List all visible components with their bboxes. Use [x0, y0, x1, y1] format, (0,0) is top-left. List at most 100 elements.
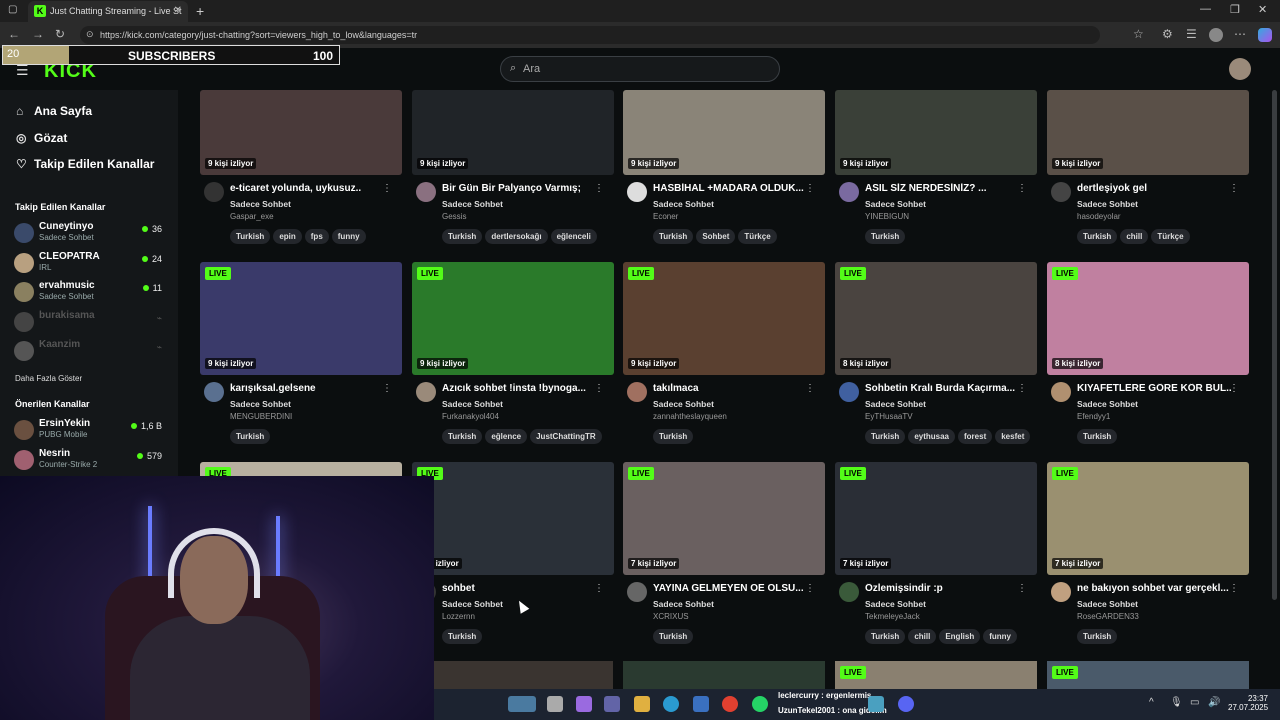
streamer-avatar[interactable]: [1051, 182, 1071, 202]
more-options-icon[interactable]: ⋮: [594, 383, 604, 394]
stream-thumbnail[interactable]: LIVE 7 kişi izliyor: [623, 462, 825, 575]
store-icon[interactable]: [693, 696, 709, 712]
task-view-icon[interactable]: [547, 696, 563, 712]
discord-icon[interactable]: [898, 696, 914, 712]
streamer-name[interactable]: Econer: [653, 212, 678, 221]
stream-title[interactable]: Azıcık sohbet !insta !bynoga...: [442, 383, 597, 394]
bottom-row-thumb[interactable]: LIVE: [1047, 661, 1249, 689]
bottom-row-thumb[interactable]: [623, 661, 825, 689]
stream-tag[interactable]: Turkish: [865, 429, 906, 444]
sidebar-channel[interactable]: ervahmusic Sadece Sohbet 11: [14, 280, 164, 306]
volume-icon[interactable]: 🔊: [1208, 697, 1220, 708]
new-tab-icon[interactable]: +: [196, 3, 204, 19]
more-icon[interactable]: ⋯: [1234, 27, 1246, 41]
more-options-icon[interactable]: ⋮: [805, 583, 815, 594]
stream-category[interactable]: Sadece Sohbet: [1077, 399, 1138, 409]
stream-thumbnail[interactable]: 9 kişi izliyor: [412, 90, 614, 175]
stream-title[interactable]: sohbet: [442, 583, 597, 594]
stream-tag[interactable]: Turkish: [442, 629, 483, 644]
maximize-icon[interactable]: ❐: [1230, 3, 1240, 16]
bottom-row-thumb[interactable]: [434, 661, 613, 689]
close-tab-icon[interactable]: ✕: [174, 5, 182, 16]
profile-icon[interactable]: [1209, 28, 1223, 42]
stream-tag[interactable]: fps: [304, 229, 329, 244]
stream-card[interactable]: LIVE 7 kişi izliyor Özlemişsindir :p ⋮ Sadec…: [835, 462, 1037, 652]
copilot-side-icon[interactable]: [1258, 28, 1272, 42]
streamer-avatar[interactable]: [839, 582, 859, 602]
stream-tag[interactable]: Turkish: [865, 229, 906, 244]
stream-category[interactable]: Sadece Sohbet: [442, 599, 503, 609]
copilot-icon[interactable]: [576, 696, 592, 712]
more-options-icon[interactable]: ⋮: [805, 383, 815, 394]
nav-home[interactable]: ⌂ Ana Sayfa: [16, 104, 92, 118]
stream-tag[interactable]: Turkish: [1077, 229, 1118, 244]
streamer-name[interactable]: RoseGARDEN33: [1077, 612, 1139, 621]
stream-title[interactable]: ASIL SİZ NERDESİNİZ? ...: [865, 183, 1020, 194]
streamer-avatar[interactable]: [839, 382, 859, 402]
stream-title[interactable]: takılmaca: [653, 383, 808, 394]
stream-title[interactable]: HASBİHAL +MADARA OLDUK...: [653, 183, 808, 194]
stream-card[interactable]: 9 kişi izliyor HASBİHAL +MADARA OLDUK... ⋮…: [623, 62, 825, 252]
chrome-icon[interactable]: [722, 696, 738, 712]
stream-tag[interactable]: Turkish: [442, 429, 483, 444]
streamer-name[interactable]: YINEBIGUN: [865, 212, 909, 221]
browser-tab[interactable]: K Just Chatting Streaming - Live St ✕: [28, 1, 188, 22]
more-options-icon[interactable]: ⋮: [594, 183, 604, 194]
streamer-name[interactable]: Efendyy1: [1077, 412, 1110, 421]
more-options-icon[interactable]: ⋮: [1229, 383, 1239, 394]
streamer-avatar[interactable]: [627, 582, 647, 602]
stream-category[interactable]: Sadece Sohbet: [865, 599, 926, 609]
weather-icon[interactable]: [508, 696, 536, 712]
stream-title[interactable]: ne bakıyon sohbet var gerçekl...: [1077, 583, 1232, 594]
stream-card[interactable]: LIVE 9 kişi izliyor Azıcık sohbet !insta !…: [412, 262, 614, 452]
stream-title[interactable]: Sohbetin Kralı Burda Kaçırma...: [865, 383, 1020, 394]
stream-tag[interactable]: Türkçe: [738, 229, 777, 244]
minimize-icon[interactable]: —: [1200, 3, 1211, 15]
stream-tag[interactable]: Turkish: [230, 429, 271, 444]
stream-tag[interactable]: eythusaa: [908, 429, 955, 444]
stream-thumbnail[interactable]: 9 kişi izliyor: [1047, 90, 1249, 175]
streamer-name[interactable]: Lozzernn: [442, 612, 475, 621]
more-options-icon[interactable]: ⋮: [1017, 183, 1027, 194]
stream-thumbnail[interactable]: LIVE 8 kişi izliyor: [835, 262, 1037, 375]
teams-icon[interactable]: [604, 696, 620, 712]
streamer-name[interactable]: Gaspar_exe: [230, 212, 274, 221]
more-options-icon[interactable]: ⋮: [1017, 383, 1027, 394]
nav-browse[interactable]: ◎ Gözat: [16, 131, 67, 145]
streamer-avatar[interactable]: [204, 182, 224, 202]
reload-icon[interactable]: ↻: [55, 27, 65, 41]
streamer-name[interactable]: Gessis: [442, 212, 466, 221]
stream-tag[interactable]: funny: [983, 629, 1017, 644]
stream-thumbnail[interactable]: LIVE 7 kişi izliyor: [835, 462, 1037, 575]
stream-thumbnail[interactable]: LIVE 9 kişi izliyor: [412, 262, 614, 375]
sidebar-channel[interactable]: ErsinYekin PUBG Mobile 1,6 B: [14, 418, 164, 444]
stream-tag[interactable]: Turkish: [442, 229, 483, 244]
back-icon[interactable]: ←: [8, 27, 20, 41]
page-scrollbar[interactable]: [1272, 90, 1277, 600]
stream-tag[interactable]: Sohbet: [696, 229, 736, 244]
stream-tag[interactable]: Turkish: [1077, 629, 1118, 644]
microphone-icon[interactable]: 🎙: [1170, 697, 1183, 708]
stream-tag[interactable]: eğlence: [485, 429, 528, 444]
stream-tag[interactable]: Turkish: [865, 629, 906, 644]
extensions-icon[interactable]: ⚙: [1162, 27, 1173, 41]
site-info-icon[interactable]: ⊙: [86, 29, 94, 40]
sidebar-channel[interactable]: Nesrin Counter-Strike 2 579: [14, 448, 164, 474]
stream-tag[interactable]: JustChattingTR: [530, 429, 602, 444]
sidebar-channel[interactable]: Kaanzim ⌁: [14, 339, 164, 365]
streamer-avatar[interactable]: [627, 382, 647, 402]
stream-tag[interactable]: English: [939, 629, 981, 644]
more-options-icon[interactable]: ⋮: [594, 583, 604, 594]
stream-tag[interactable]: kesfet: [995, 429, 1031, 444]
clock[interactable]: 23:37 27.07.2025: [1228, 694, 1268, 712]
stream-title[interactable]: KIYAFETLERE GÖRE KÖR BUL...: [1077, 383, 1232, 394]
streamer-avatar[interactable]: [204, 382, 224, 402]
stream-tag[interactable]: chill: [1120, 229, 1149, 244]
stream-tag[interactable]: Turkish: [653, 229, 694, 244]
streamer-name[interactable]: zannahtheslayqueen: [653, 412, 727, 421]
stream-card[interactable]: 9 kişi izliyor e-ticaret yolunda, uykusuz…: [200, 62, 402, 252]
stream-card[interactable]: LIVE 8 kişi izliyor KIYAFETLERE GÖRE KÖR B…: [1047, 262, 1249, 452]
stream-thumbnail[interactable]: LIVE kişi izliyor: [412, 462, 614, 575]
show-more-link[interactable]: Daha Fazla Göster: [15, 374, 82, 383]
favorites-icon[interactable]: ☆: [1133, 27, 1144, 41]
